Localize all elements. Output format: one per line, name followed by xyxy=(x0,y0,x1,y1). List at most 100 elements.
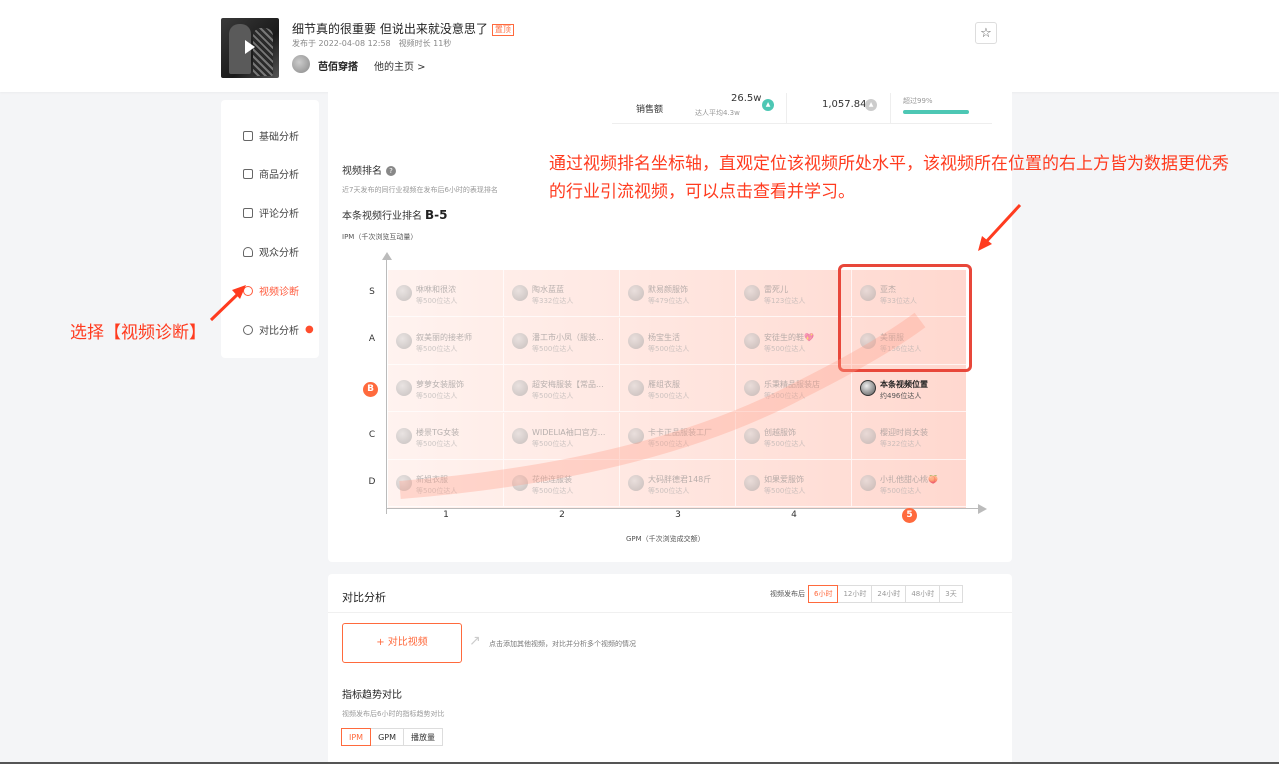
cell-name: 楼景TG女装 xyxy=(416,427,460,437)
ranking-cell[interactable]: 雁组衣服 等500位达人 xyxy=(620,365,736,413)
sales-value-secondary: 1,057.84 xyxy=(822,99,867,110)
cell-count: 等500位达人 xyxy=(764,392,806,401)
cell-name: 默易颜服饰 xyxy=(648,285,688,294)
ranking-cell[interactable]: 创越服饰等500位达人 xyxy=(736,412,852,460)
tab-plays[interactable]: 播放量 xyxy=(403,728,444,746)
tab-12h[interactable]: 12小时 xyxy=(837,585,873,603)
avatar xyxy=(860,475,876,492)
ranking-cell[interactable]: 杨宝生活 等500位达人 xyxy=(620,317,736,365)
cell-count: 等500位达人 xyxy=(648,439,690,448)
video-thumbnail[interactable] xyxy=(221,18,279,78)
ranking-cell[interactable]: 超安梅服装【常品... 等500位达人 xyxy=(504,365,620,413)
cell-name: 卡卡正品服装工厂 xyxy=(648,427,712,437)
ranking-cell[interactable]: 陶水蓝蓝 等332位达人 xyxy=(504,270,620,317)
cell-count: 等500位达人 xyxy=(648,392,690,401)
trend-subtitle: 视频发布后6小时的指标趋势对比 xyxy=(342,710,445,718)
fire-icon: ● xyxy=(305,324,314,335)
video-meta: 发布于 2022-04-08 12:58 视频时长 11秒 xyxy=(292,38,451,49)
author-avatar[interactable] xyxy=(292,55,310,73)
cell-count: 等500位达人 xyxy=(648,487,690,496)
y-tick-label: C xyxy=(368,429,376,440)
tab-3d[interactable]: 3天 xyxy=(939,585,963,603)
avatar xyxy=(512,285,528,301)
ranking-cell[interactable]: 小扎他甜心桃🍑 等500位达人 xyxy=(852,460,968,508)
y-axis-title: IPM（千次浏览互动量） xyxy=(342,233,418,241)
x-axis xyxy=(386,508,980,509)
cell-count: 等500位达人 xyxy=(532,439,574,448)
comment-icon xyxy=(243,207,253,218)
cell-name: 陶水蓝蓝 xyxy=(532,285,564,294)
sidebar: 基础分析 商品分析 评论分析 观众分析 视频诊断 对比分析 ● xyxy=(221,100,319,358)
ranking-cell[interactable]: 雷死儿等123位达人 xyxy=(736,270,852,317)
cell-count: 等500位达人 xyxy=(764,439,806,448)
cell-name: 安徒生的鞋💖 xyxy=(764,332,814,342)
sales-value: 26.5w xyxy=(731,93,762,104)
sidebar-item-product[interactable]: 商品分析 xyxy=(243,166,299,181)
tab-48h[interactable]: 48小时 xyxy=(905,585,941,603)
play-icon[interactable] xyxy=(245,40,255,54)
ranking-cell[interactable]: 叙美丽的接老师 等500位达人 xyxy=(388,317,504,365)
exceed-percent: 超过99% xyxy=(903,97,933,105)
help-icon[interactable]: ? xyxy=(386,166,396,176)
cell-name: 杨宝生活 xyxy=(648,332,680,342)
divider xyxy=(786,93,787,123)
ranking-cell[interactable]: 大码胖德君148斤 等500位达人 xyxy=(620,460,736,508)
ranking-cell[interactable]: WIDELIA袖口官方... 等500位达人 xyxy=(504,412,620,460)
ranking-cell[interactable]: 咻咻和很浓 等500位达人 xyxy=(388,270,504,317)
cell-count: 等500位达人 xyxy=(764,344,806,353)
current-video-cell[interactable]: 本条视频位置 约496位达人 xyxy=(852,365,968,413)
sidebar-item-diagnose[interactable]: 视频诊断 xyxy=(243,283,299,298)
y-axis xyxy=(386,258,387,514)
ranking-cell[interactable]: 潘工市小凤（服装... 等500位达人 xyxy=(504,317,620,365)
time-range-tabs: 视频发布后 6小时 12小时 24小时 48小时 3天 xyxy=(770,585,963,603)
sidebar-item-comment[interactable]: 评论分析 xyxy=(243,205,299,220)
cell-name: WIDELIA袖口官方... xyxy=(532,427,606,437)
author-home-link[interactable]: 他的主页 > xyxy=(374,58,426,73)
cell-name: 花他连服装 xyxy=(532,475,572,485)
ranking-cell[interactable]: 如果爱服饰 等500位达人 xyxy=(736,460,852,508)
ranking-cell[interactable]: 乐秉精品服装店 等500位达人 xyxy=(736,365,852,413)
sidebar-item-compare[interactable]: 对比分析 ● xyxy=(243,322,314,337)
ranking-cell[interactable]: 花他连服装 等500位达人 xyxy=(504,460,620,508)
tab-gpm[interactable]: GPM xyxy=(370,728,405,746)
y-tick-label: S xyxy=(369,286,375,297)
cell-count: 等123位达人 xyxy=(764,297,806,305)
ranking-cell[interactable]: 安徒生的鞋💖 等500位达人 xyxy=(736,317,852,365)
y-axis-arrow-icon xyxy=(382,252,392,260)
avatar xyxy=(744,475,760,492)
cell-name: 超安梅服装【常品... xyxy=(532,380,604,390)
sidebar-item-audience[interactable]: 观众分析 xyxy=(243,244,299,259)
current-rank-value: B-5 xyxy=(425,208,448,222)
cell-name: 叙美丽的接老师 xyxy=(416,332,472,342)
x-tick-label: 3 xyxy=(675,510,681,520)
cell-name: 创越服饰 xyxy=(764,427,796,437)
cell-name: 雷死儿 xyxy=(764,285,788,294)
ranking-cell[interactable]: 卡卡正品服装工厂 等500位达人 xyxy=(620,412,736,460)
sidebar-item-basic[interactable]: 基础分析 xyxy=(243,128,299,143)
x-tick-label: 5 xyxy=(902,508,917,523)
cell-count: 等500位达人 xyxy=(416,392,458,401)
avatar xyxy=(628,380,644,397)
sidebar-item-label: 观众分析 xyxy=(259,248,299,259)
ranking-cell[interactable]: 樱迎时尚女装 等322位达人 xyxy=(852,412,968,460)
video-title-text: 细节真的很重要 但说出来就没意思了 xyxy=(292,22,488,36)
annotation-top-text: 通过视频排名坐标轴，直观定位该视频所处水平，该视频所在位置的右上方皆为数据更优秀… xyxy=(549,154,1229,202)
ranking-cell[interactable]: 萝萝女装服饰 等500位达人 xyxy=(388,365,504,413)
tab-ipm[interactable]: IPM xyxy=(341,728,372,746)
curved-arrow-icon: ↗ xyxy=(469,633,481,649)
favorite-star-icon[interactable]: ☆ xyxy=(975,22,997,44)
tab-24h[interactable]: 24小时 xyxy=(871,585,907,603)
cell-count: 等322位达人 xyxy=(880,439,922,448)
chart-icon xyxy=(243,130,253,141)
diagnose-icon xyxy=(243,285,253,296)
ranking-cell[interactable]: 楼景TG女装 等500位达人 xyxy=(388,412,504,460)
cell-count: 等500位达人 xyxy=(880,487,922,496)
cell-name: 樱迎时尚女装 xyxy=(880,427,928,437)
add-compare-video-button[interactable]: + 对比视频 xyxy=(342,623,462,663)
ranking-cell[interactable]: 默易颜服饰 等479位达人 xyxy=(620,270,736,317)
sidebar-item-label: 对比分析 xyxy=(259,326,299,337)
ranking-cell[interactable]: 新姐衣服 等500位达人 xyxy=(388,460,504,508)
trend-title: 指标趋势对比 xyxy=(342,690,402,701)
author-name[interactable]: 芭佰穿搭 xyxy=(318,58,358,73)
tab-6h[interactable]: 6小时 xyxy=(808,585,839,603)
